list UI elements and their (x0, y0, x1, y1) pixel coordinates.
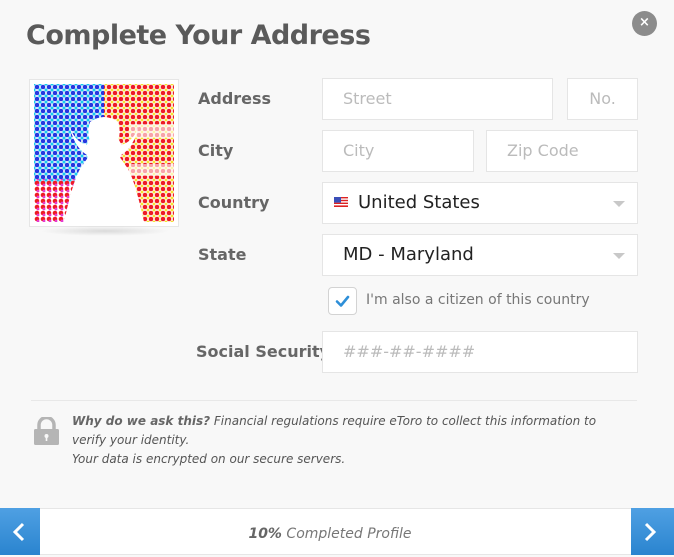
address-label: Address (198, 89, 272, 108)
country-label: Country (198, 193, 270, 212)
citizen-checkbox[interactable] (328, 287, 357, 315)
progress-text: Completed Profile (281, 526, 412, 542)
citizen-checkbox-label[interactable]: I'm also a citizen of this country (366, 292, 590, 308)
state-value: MD - Maryland (343, 244, 474, 265)
avatar-shadow (40, 226, 170, 236)
avatar-silhouette-icon (34, 84, 174, 222)
street-number-input[interactable]: No. (567, 78, 638, 120)
city-input[interactable]: City (322, 130, 474, 172)
country-select[interactable]: United States (322, 182, 638, 224)
page-title: Complete Your Address (26, 20, 371, 51)
street-input[interactable]: Street (322, 78, 553, 120)
info-text: Why do we ask this? Financial regulation… (72, 412, 632, 469)
chevron-down-icon (613, 201, 625, 207)
zip-code-input[interactable]: Zip Code (486, 130, 638, 172)
close-button[interactable]: × (632, 11, 657, 36)
divider (31, 400, 637, 401)
progress-value: 10% (248, 526, 282, 542)
checkmark-icon (335, 295, 350, 307)
country-value: United States (358, 192, 480, 213)
close-icon: × (639, 15, 650, 30)
avatar[interactable] (29, 79, 179, 227)
info-line2: Your data is encrypted on our secure ser… (72, 452, 346, 466)
state-select[interactable]: MD - Maryland (322, 234, 638, 276)
city-label: City (198, 141, 234, 160)
us-flag-icon (334, 196, 348, 207)
social-security-input[interactable]: ###-##-#### (322, 331, 638, 373)
social-security-label: Social Security (196, 342, 331, 361)
lock-icon (34, 417, 59, 445)
state-label: State (198, 245, 247, 264)
info-heading: Why do we ask this? (72, 414, 211, 428)
profile-progress: 10% Completed Profile (0, 526, 660, 542)
chevron-down-icon (613, 253, 625, 259)
